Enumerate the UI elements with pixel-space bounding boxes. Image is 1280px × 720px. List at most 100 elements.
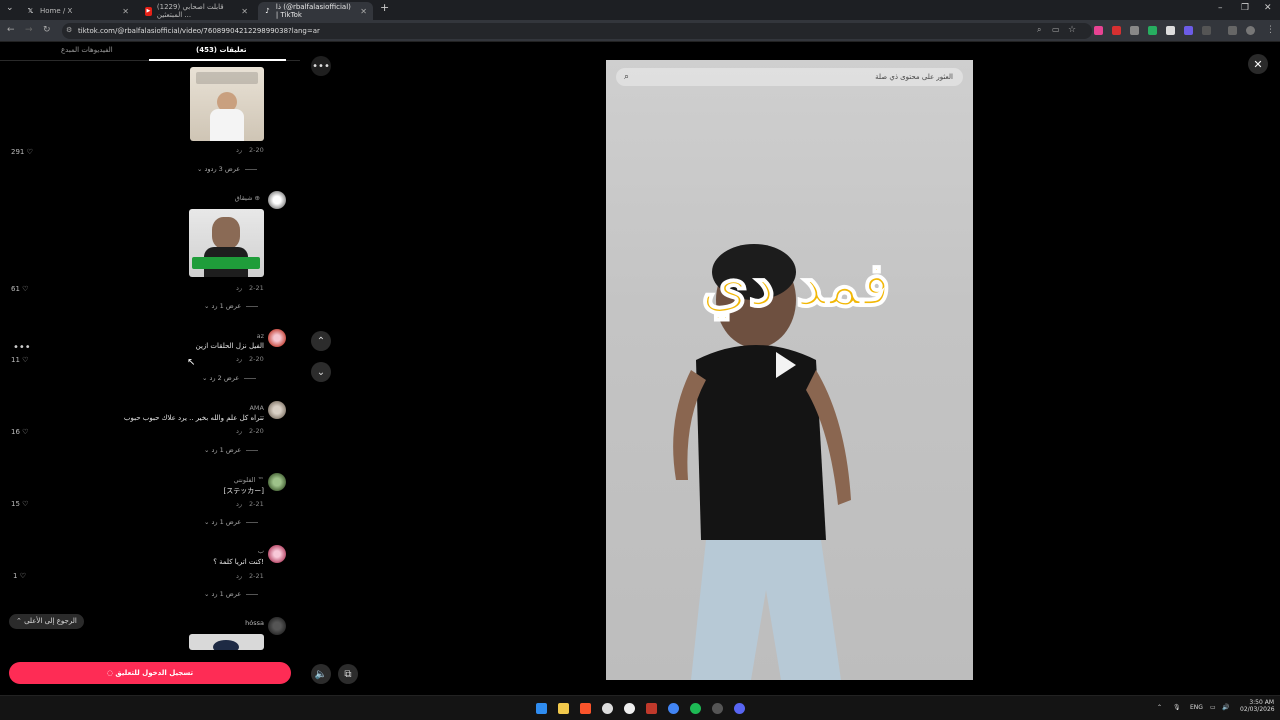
like-count[interactable]: 1 ♡	[13, 572, 26, 580]
view-replies-button[interactable]: ⌄ عرض 2 رد	[202, 374, 256, 382]
like-count[interactable]: 11 ♡	[11, 356, 28, 364]
view-replies-button[interactable]: ⌄ عرض 1 رد	[204, 302, 258, 310]
app-icon[interactable]	[602, 703, 613, 714]
spotify-icon[interactable]	[690, 703, 701, 714]
comment-username[interactable]: ب	[258, 547, 264, 555]
avatar[interactable]	[268, 401, 286, 419]
play-icon[interactable]	[776, 352, 796, 378]
app-icon[interactable]	[624, 703, 635, 714]
menu-kebab-icon[interactable]: ⋮	[1266, 25, 1275, 35]
extension-icon[interactable]	[1148, 26, 1157, 35]
tab-tiktok[interactable]: ♪ ذا (@rbalfalasiofficial) | TikTok ✕	[258, 2, 373, 20]
back-icon[interactable]: ←	[7, 25, 15, 35]
reply-link[interactable]: رد	[236, 355, 242, 363]
more-options-icon[interactable]: •••	[13, 342, 31, 353]
more-menu-button[interactable]: •••	[311, 56, 331, 76]
network-icon[interactable]: ▭	[1210, 704, 1216, 711]
avatar[interactable]	[268, 191, 286, 209]
back-to-top-button[interactable]: ⌃ الرجوع إلى الأعلى	[9, 614, 84, 629]
comment-username[interactable]: AMA	[249, 404, 264, 412]
new-tab-icon[interactable]: +	[380, 1, 389, 14]
close-tab-icon[interactable]: ✕	[360, 7, 367, 16]
tray-chevron-icon[interactable]: ⌃	[1157, 704, 1162, 711]
view-replies-button[interactable]: ⌄ عرض 1 رد	[204, 446, 258, 454]
view-replies-button[interactable]: ⌄ عرض 1 رد	[204, 518, 258, 526]
profile-avatar-icon[interactable]	[1246, 26, 1255, 35]
clock[interactable]: 3:50 AM 02/03/2026	[1240, 699, 1275, 713]
tab-x[interactable]: 𝕏 Home / X ✕	[20, 2, 135, 20]
discord-icon[interactable]	[734, 703, 745, 714]
like-count[interactable]: 16 ♡	[11, 428, 28, 436]
sticker-image[interactable]	[190, 67, 264, 141]
like-count-value: 291	[11, 148, 25, 156]
brave-icon[interactable]	[580, 703, 591, 714]
next-video-button[interactable]: ⌄	[311, 362, 331, 382]
reply-link[interactable]: رد	[236, 284, 242, 292]
app-icon[interactable]	[712, 703, 723, 714]
login-to-comment-button[interactable]: ◌ تسجيل الدخول للتعليق	[9, 662, 291, 684]
tab-comments[interactable]: (453) تعليقات	[196, 46, 246, 54]
like-count-value: 61	[11, 285, 20, 293]
previous-video-button[interactable]: ⌃	[311, 331, 331, 351]
comment-date: 2-21	[249, 500, 264, 508]
extension-icon[interactable]	[1112, 26, 1121, 35]
comment-username[interactable]: az	[257, 332, 264, 340]
chrome-icon[interactable]	[668, 703, 679, 714]
avatar[interactable]	[268, 545, 286, 563]
view-replies-button[interactable]: ⌄ عرض 3 ردود	[197, 165, 257, 173]
like-count[interactable]: 61 ♡	[11, 285, 28, 293]
volume-icon[interactable]: 🔊	[1222, 704, 1229, 711]
start-icon[interactable]	[536, 703, 547, 714]
close-tab-icon[interactable]: ✕	[122, 7, 129, 16]
extension-icon[interactable]	[1094, 26, 1103, 35]
comment-username[interactable]: شيقاق ⊕	[235, 194, 260, 202]
reply-link[interactable]: رد	[236, 427, 242, 435]
avatar[interactable]	[268, 329, 286, 347]
avatar[interactable]	[268, 617, 286, 635]
reply-link[interactable]: رد	[236, 146, 242, 154]
site-info-icon[interactable]: ⚙	[66, 26, 72, 34]
comment-username[interactable]: hóssa	[245, 619, 264, 627]
sidebar-icon[interactable]	[1228, 26, 1237, 35]
reply-link[interactable]: رد	[236, 500, 242, 508]
cast-icon[interactable]: ▭	[1052, 25, 1060, 34]
extension-icon[interactable]	[1184, 26, 1193, 35]
extension-icon[interactable]	[1130, 26, 1139, 35]
extensions-puzzle-icon[interactable]	[1202, 26, 1211, 35]
picture-in-picture-button[interactable]: ⧉	[338, 664, 358, 684]
video-player[interactable]: العثور على محتوى ذي صلة ⌕ فمد دي	[606, 60, 973, 680]
tab-youtube[interactable]: ▶ (1229) قابلت اصحابي المبتعثين ... ✕	[139, 2, 254, 20]
language-indicator[interactable]: ENG	[1190, 704, 1203, 711]
heart-icon: ♡	[19, 572, 26, 580]
file-explorer-icon[interactable]	[558, 703, 569, 714]
reply-link[interactable]: رد	[236, 572, 242, 580]
like-count[interactable]: 15 ♡	[11, 500, 28, 508]
tiktok-page: الفيديوهات المبدع (453) تعليقات 2-20 رد …	[0, 42, 1280, 695]
app-icon[interactable]	[646, 703, 657, 714]
tab-search-icon[interactable]: ⌄	[6, 3, 14, 13]
extension-icon[interactable]	[1166, 26, 1175, 35]
comment-text: تتراه كل علم والله بخير .. يرد علاك حبوب…	[123, 414, 264, 422]
minimize-icon[interactable]: –	[1218, 3, 1223, 13]
microphone-icon[interactable]: 🎙	[1173, 704, 1181, 711]
restore-icon[interactable]: ❐	[1241, 3, 1249, 13]
comment-username[interactable]: الفلونتي ™	[234, 476, 264, 484]
view-replies-button[interactable]: ⌄ عرض 1 رد	[204, 590, 258, 598]
url-field[interactable]: tiktok.com/@rbalfalasiofficial/video/760…	[62, 23, 1092, 39]
volume-button[interactable]: 🔈	[311, 664, 331, 684]
window-close-icon[interactable]: ✕	[1264, 3, 1272, 13]
close-video-button[interactable]: ✕	[1248, 54, 1268, 74]
reload-icon[interactable]: ↻	[43, 25, 51, 35]
sticker-image[interactable]	[189, 209, 264, 277]
bookmark-star-icon[interactable]: ☆	[1068, 25, 1076, 35]
comment-text: الفيل نزل الحلقات ازين	[195, 342, 264, 350]
avatar[interactable]	[268, 473, 286, 491]
like-count[interactable]: 291 ♡	[11, 148, 33, 156]
sticker-image[interactable]	[189, 634, 264, 650]
zoom-icon[interactable]: ⌕	[1037, 25, 1041, 35]
chevron-down-icon: ⌄	[204, 446, 212, 454]
tab-creator-videos[interactable]: الفيديوهات المبدع	[61, 46, 113, 54]
chevron-up-icon: ⌃	[316, 335, 326, 347]
forward-icon[interactable]: →	[25, 25, 33, 35]
close-tab-icon[interactable]: ✕	[241, 7, 248, 16]
